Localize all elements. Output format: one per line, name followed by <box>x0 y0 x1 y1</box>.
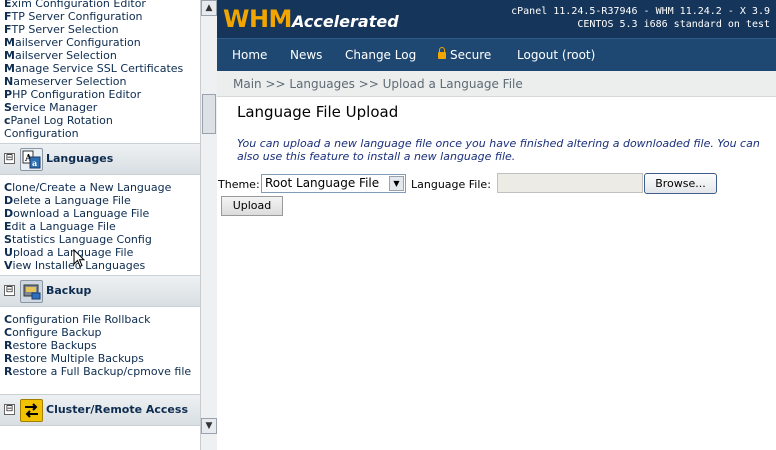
sidebar-link-restore-multiple[interactable]: Restore Multiple Backups <box>4 352 144 365</box>
sidebar-link-ftp-selection[interactable]: FTP Server Selection <box>4 23 119 36</box>
theme-select[interactable]: Root Language File ▼ <box>261 174 406 193</box>
sidebar-scrollbar[interactable]: ▲ ▼ <box>200 0 218 450</box>
nav-logout[interactable]: Logout (root) <box>517 48 595 62</box>
section-title-backup: Backup <box>46 284 92 297</box>
sidebar-link-cpanel-log-rotation[interactable]: cPanel Log Rotation <box>4 114 113 127</box>
main-frame: WHMAccelerated cPanel 11.24.5-R37946 - W… <box>217 0 776 450</box>
sidebar-link-php-config[interactable]: PHP Configuration Editor <box>4 88 141 101</box>
sidebar-link-delete-language[interactable]: Delete a Language File <box>4 194 131 207</box>
sidebar-link-download-language[interactable]: Download a Language File <box>4 207 149 220</box>
sidebar-link-exim-config[interactable]: Exim Configuration Editor <box>4 0 146 10</box>
sidebar-link-ssl-certificates[interactable]: Manage Service SSL Certificates <box>4 62 183 75</box>
chevron-down-icon[interactable]: ▼ <box>389 176 404 191</box>
backup-icon <box>20 280 43 303</box>
breadcrumb: Main >> Languages >> Upload a Language F… <box>217 71 776 97</box>
cluster-arrows-icon <box>20 399 43 422</box>
sidebar-link-config-rollback[interactable]: Configuration File Rollback <box>4 313 151 326</box>
section-header-cluster[interactable]: ⊟ Cluster/Remote Access <box>0 394 200 426</box>
whm-logo: WHMAccelerated <box>223 5 399 33</box>
nav-home[interactable]: Home <box>232 48 267 62</box>
scrollbar-thumb[interactable] <box>202 94 216 134</box>
mouse-cursor-icon <box>73 249 85 268</box>
sidebar-link-edit-language[interactable]: Edit a Language File <box>4 220 116 233</box>
collapse-toggle-icon[interactable]: ⊟ <box>4 404 15 415</box>
language-file-input[interactable] <box>497 173 643 193</box>
nav-secure[interactable]: Secure <box>438 47 491 62</box>
lock-icon <box>438 47 446 59</box>
sidebar: Exim Configuration Editor FTP Server Con… <box>0 0 200 450</box>
section-header-backup[interactable]: ⊟ Backup <box>0 275 200 307</box>
upload-button[interactable]: Upload <box>221 196 283 216</box>
browse-button[interactable]: Browse... <box>644 173 717 194</box>
sidebar-link-restore-backups[interactable]: Restore Backups <box>4 339 97 352</box>
languages-icon: A a <box>20 148 43 171</box>
version-info: cPanel 11.24.5-R37946 - WHM 11.24.2 - X … <box>511 6 770 30</box>
scroll-down-arrow-icon[interactable]: ▼ <box>201 418 217 434</box>
sidebar-link-statistics-language[interactable]: Statistics Language Config <box>4 233 152 246</box>
page-description: You can upload a new language file once … <box>237 137 760 163</box>
svg-text:a: a <box>32 158 37 168</box>
sidebar-link-nameserver-selection[interactable]: Nameserver Selection <box>4 75 126 88</box>
nav-news[interactable]: News <box>290 48 322 62</box>
section-title-languages: Languages <box>46 152 114 165</box>
sidebar-link-clone-language[interactable]: Clone/Create a New Language <box>4 181 171 194</box>
top-nav: Home News Change Log Secure Logout (root… <box>217 38 776 71</box>
section-title-cluster: Cluster/Remote Access <box>46 403 188 416</box>
scroll-up-arrow-icon[interactable]: ▲ <box>201 0 217 16</box>
sidebar-link-upload-language[interactable]: Upload a Language File <box>4 246 133 259</box>
sidebar-link-restore-full[interactable]: Restore a Full Backup/cpmove file <box>4 365 194 378</box>
sidebar-link-mailserver-config[interactable]: Mailserver Configuration <box>4 36 141 49</box>
header-bar: WHMAccelerated cPanel 11.24.5-R37946 - W… <box>217 0 776 38</box>
sidebar-link-configure-backup[interactable]: Configure Backup <box>4 326 102 339</box>
collapse-toggle-icon[interactable]: ⊟ <box>4 153 15 164</box>
collapse-toggle-icon[interactable]: ⊟ <box>4 285 15 296</box>
section-header-languages[interactable]: ⊟ A a Languages <box>0 143 200 175</box>
sidebar-link-mailserver-selection[interactable]: Mailserver Selection <box>4 49 117 62</box>
sidebar-link-configuration[interactable]: Configuration <box>4 127 79 140</box>
sidebar-link-ftp-config[interactable]: FTP Server Configuration <box>4 10 143 23</box>
nav-changelog[interactable]: Change Log <box>345 48 416 62</box>
theme-label: Theme: <box>218 178 260 191</box>
page-title: Language File Upload <box>237 103 399 121</box>
sidebar-link-service-manager[interactable]: Service Manager <box>4 101 97 114</box>
language-file-label: Language File: <box>411 178 491 191</box>
